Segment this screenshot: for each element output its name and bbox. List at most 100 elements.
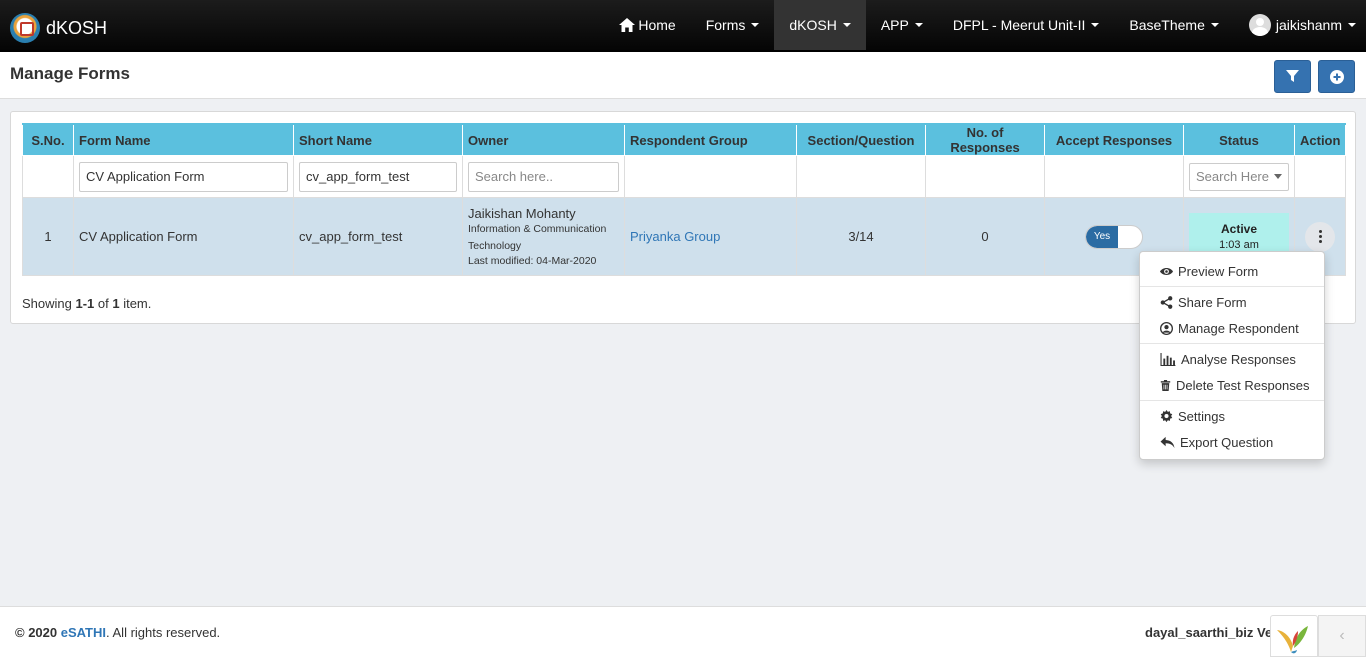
page-title: Manage Forms (10, 64, 130, 83)
more-options-button[interactable] (1305, 221, 1335, 252)
menu-item-settings[interactable]: Settings (1140, 403, 1324, 429)
filter-cell-owner (462, 155, 625, 198)
cell-owner: Jaikishan Mohanty Information & Communic… (462, 197, 625, 276)
menu-item-export[interactable]: Export Question (1140, 429, 1324, 455)
nav-dkosh[interactable]: dKOSH (774, 0, 866, 50)
summary-total: 1 (112, 296, 120, 311)
debug-toolbar-collapse-button[interactable]: ‹ (1318, 615, 1366, 657)
caret-down-icon (751, 23, 760, 27)
filter-cell-form-name (73, 155, 294, 198)
summary-mid: of (94, 296, 113, 311)
share-icon (1160, 295, 1173, 309)
status-filter-select[interactable]: Search Here (1189, 162, 1289, 191)
summary-prefix: Showing (22, 296, 76, 311)
menu-item-analyse[interactable]: Analyse Responses (1140, 346, 1324, 372)
nav-unit[interactable]: DFPL - Meerut Unit-II (938, 0, 1115, 50)
caret-down-icon (1210, 23, 1219, 27)
filter-cell-empty (1044, 155, 1184, 198)
summary-suffix: item. (119, 296, 152, 311)
col-header-section-question: Section/Question (796, 123, 926, 156)
status-time: 1:03 am (1219, 239, 1259, 251)
gear-icon (1160, 409, 1173, 422)
nav-home[interactable]: Home (604, 0, 690, 50)
pagination-summary: Showing 1-1 of 1 item. (22, 296, 151, 311)
nav-user[interactable]: jaikishanm (1234, 0, 1366, 50)
chevron-left-icon: ‹ (1339, 627, 1345, 644)
menu-item-delete-test[interactable]: Delete Test Responses (1140, 372, 1324, 398)
form-name-filter-input[interactable] (79, 161, 288, 192)
nav-dkosh-label: dKOSH (789, 17, 837, 33)
menu-divider (1140, 400, 1324, 401)
cell-responses: 0 (925, 197, 1045, 276)
menu-item-label: Delete Test Responses (1176, 377, 1310, 393)
status-filter-placeholder: Search Here (1196, 169, 1269, 184)
owner-last-modified: Last modified: 04-Mar-2020 (468, 255, 597, 267)
nav-forms[interactable]: Forms (691, 0, 775, 50)
filter-cell-empty (1294, 155, 1346, 198)
kebab-dot (1318, 240, 1322, 243)
reply-icon (1160, 436, 1175, 448)
top-navbar: dKOSH Home Forms dKOSH APP DFPL - Meerut… (0, 0, 1366, 52)
menu-item-label: Analyse Responses (1181, 351, 1296, 367)
yii-debug-toolbar-logo[interactable] (1270, 615, 1318, 657)
plus-circle-icon (1329, 69, 1344, 84)
chevron-down-icon (1274, 174, 1282, 179)
action-dropdown-menu: Preview Form Share Form Manage Responden… (1139, 251, 1325, 460)
company-link[interactable]: eSATHI (61, 625, 106, 640)
menu-divider (1140, 286, 1324, 287)
filter-button[interactable] (1274, 60, 1311, 93)
nav-app[interactable]: APP (866, 0, 938, 50)
cell-form-name: CV Application Form (73, 197, 294, 276)
menu-item-label: Manage Respondent (1178, 320, 1299, 336)
menu-item-share[interactable]: Share Form (1140, 289, 1324, 315)
col-header-responses: No. of Responses (925, 123, 1045, 156)
menu-item-label: Export Question (1180, 434, 1274, 450)
menu-item-preview[interactable]: Preview Form (1140, 258, 1324, 284)
nav-app-label: APP (880, 17, 909, 33)
cell-respondent-group: Priyanka Group (624, 197, 797, 276)
col-header-status[interactable]: Status (1183, 123, 1295, 156)
nav-theme-label: BaseTheme (1129, 17, 1205, 33)
owner-name: Jaikishan Mohanty (468, 206, 576, 221)
brand[interactable]: dKOSH (10, 12, 107, 44)
cell-short-name: cv_app_form_test (293, 197, 463, 276)
col-header-action: Action (1294, 123, 1346, 156)
cell-sno: 1 (22, 197, 74, 276)
bar-chart-icon (1160, 352, 1176, 366)
col-header-sno: S.No. (22, 123, 74, 156)
caret-down-icon (1091, 23, 1100, 27)
summary-range: 1-1 (75, 296, 95, 311)
trash-icon (1160, 379, 1171, 391)
menu-item-label: Preview Form (1178, 263, 1259, 279)
main-nav: Home Forms dKOSH APP DFPL - Meerut Unit-… (604, 0, 1366, 50)
respondent-group-link[interactable]: Priyanka Group (630, 229, 720, 244)
owner-filter-input[interactable] (468, 161, 619, 192)
caret-down-icon (1348, 23, 1356, 27)
nav-theme[interactable]: BaseTheme (1114, 0, 1233, 50)
menu-item-manage-respondent[interactable]: Manage Respondent (1140, 315, 1324, 341)
add-form-button[interactable] (1318, 60, 1355, 93)
col-header-owner[interactable]: Owner (462, 123, 625, 156)
filter-cell-status: Search Here (1183, 155, 1295, 198)
copyright-prefix: © 2020 (15, 625, 61, 640)
short-name-filter-input[interactable] (299, 161, 457, 192)
toggle-on-label: Yes (1086, 225, 1118, 248)
page-footer: © 2020 eSATHI. All rights reserved. daya… (0, 606, 1366, 657)
col-header-respondent-group[interactable]: Respondent Group (624, 123, 797, 156)
brand-logo (10, 13, 40, 43)
col-header-form-name[interactable]: Form Name (73, 123, 294, 156)
brand-name: dKOSH (46, 17, 108, 38)
nav-home-label: Home (638, 17, 676, 33)
accept-responses-toggle[interactable]: Yes (1085, 224, 1143, 249)
caret-down-icon (914, 23, 923, 27)
menu-item-label: Share Form (1178, 294, 1247, 310)
nav-user-label: jaikishanm (1275, 17, 1342, 33)
filter-icon (1286, 70, 1299, 82)
filter-cell-empty (22, 155, 74, 198)
page-header: Manage Forms (0, 52, 1366, 99)
filter-cell-empty (925, 155, 1045, 198)
kebab-dot (1318, 235, 1322, 238)
user-avatar-icon (1248, 14, 1271, 36)
kebab-dot (1318, 230, 1322, 233)
col-header-short-name[interactable]: Short Name (293, 123, 463, 156)
